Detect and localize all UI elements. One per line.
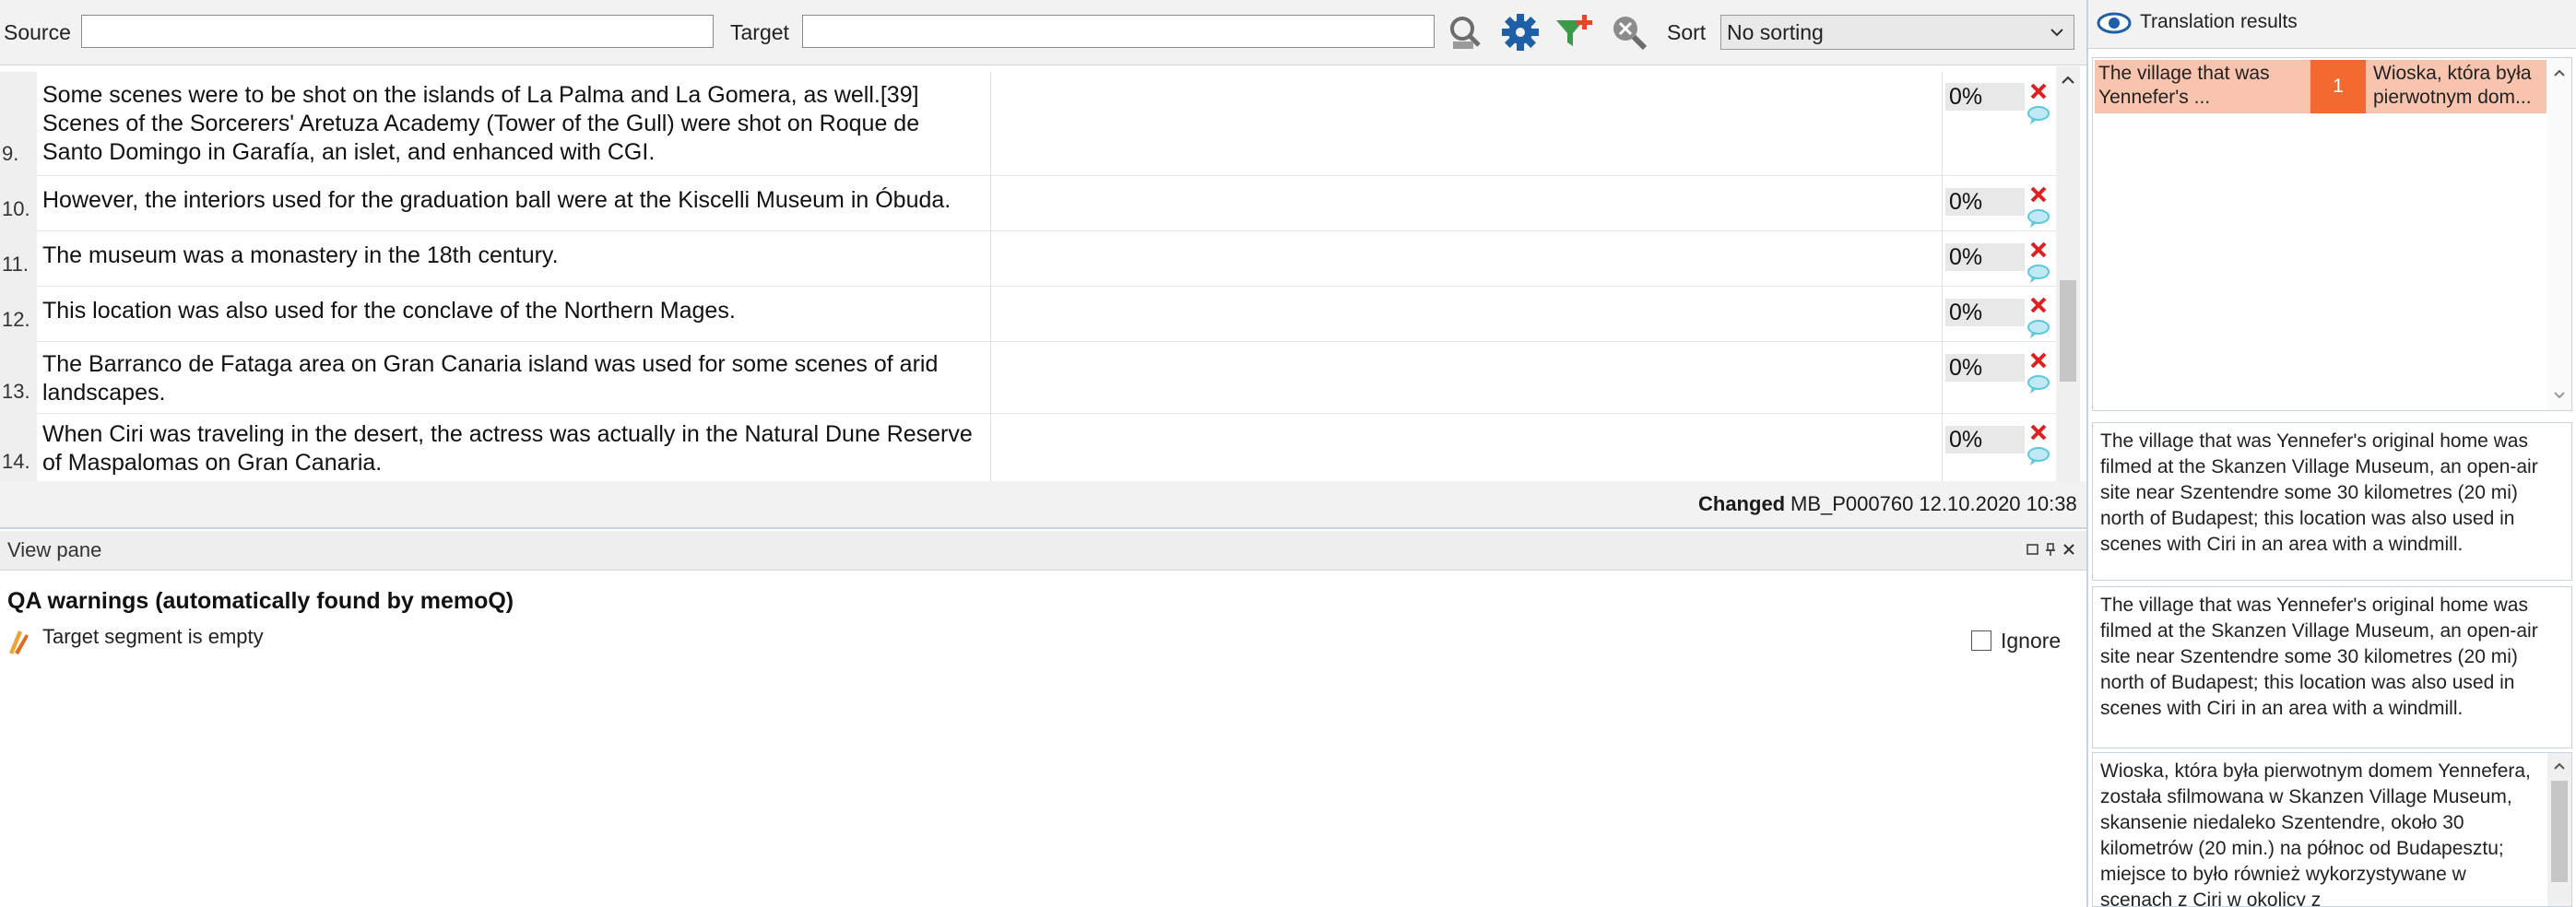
comment-icon[interactable] bbox=[2027, 264, 2050, 284]
match-target-text: Wioska, która była pierwotnym domem Yenn… bbox=[2100, 760, 2531, 907]
table-row[interactable]: 14. When Ciri was traveling in the deser… bbox=[0, 413, 2056, 481]
status-bar: Changed MB_P000760 12.10.2020 10:38 bbox=[0, 481, 2086, 529]
comment-icon[interactable] bbox=[2027, 319, 2050, 339]
scrollbar-thumb[interactable] bbox=[2551, 781, 2568, 882]
view-pane-header: View pane bbox=[0, 531, 2086, 571]
qa-warnings-title: QA warnings (automatically found by memo… bbox=[7, 588, 514, 614]
source-cell[interactable]: Some scenes were to be shot on the islan… bbox=[42, 81, 983, 167]
source-cell[interactable]: This location was also used for the conc… bbox=[42, 297, 983, 325]
match-percent: 0% bbox=[1945, 83, 2025, 111]
translation-hit-row[interactable]: The village that was Yennefer's ... 1 Wi… bbox=[2095, 60, 2546, 113]
settings-gear-icon[interactable] bbox=[1499, 11, 1542, 53]
results-scrollbar[interactable] bbox=[2547, 58, 2571, 410]
chevron-down-icon[interactable] bbox=[2552, 388, 2567, 403]
source-label: Source bbox=[4, 20, 71, 44]
source-segment-detail: The village that was Yennefer's original… bbox=[2092, 422, 2572, 581]
row-number: 10. bbox=[0, 175, 37, 230]
hit-target-text: Wioska, która była pierwotnym dom... bbox=[2373, 63, 2532, 108]
delete-icon[interactable] bbox=[2028, 240, 2049, 260]
source-cell[interactable]: When Ciri was traveling in the desert, t… bbox=[42, 420, 983, 477]
detail-scrollbar[interactable] bbox=[2547, 753, 2571, 906]
translation-grid: 9. Some scenes were to be shot on the is… bbox=[0, 66, 2056, 481]
view-pane-title: View pane bbox=[7, 538, 102, 561]
hit-number: 1 bbox=[2310, 60, 2366, 113]
comment-icon[interactable] bbox=[2027, 105, 2050, 125]
comment-icon[interactable] bbox=[2027, 374, 2050, 395]
translation-results-header: Translation results bbox=[2088, 0, 2576, 49]
source-cell[interactable]: However, the interiors used for the grad… bbox=[42, 186, 983, 215]
row-number: 9. bbox=[0, 72, 37, 175]
hit-source-text: The village that was Yennefer's ... bbox=[2098, 63, 2270, 108]
row-number: 14. bbox=[0, 413, 37, 481]
filter-toolbar: Source Target Sort No sorting bbox=[0, 0, 2086, 65]
comment-icon[interactable] bbox=[2027, 446, 2050, 466]
table-row[interactable]: 11. The museum was a monastery in the 18… bbox=[0, 230, 2056, 287]
comment-icon[interactable] bbox=[2027, 208, 2050, 229]
row-number: 11. bbox=[0, 230, 37, 286]
match-percent: 0% bbox=[1945, 243, 2025, 271]
translation-results-panel: Translation results The village that was… bbox=[2086, 0, 2576, 907]
maximize-icon[interactable] bbox=[2026, 542, 2040, 557]
status-meta: MB_P000760 12.10.2020 10:38 bbox=[1790, 492, 2077, 515]
close-icon[interactable] bbox=[2062, 542, 2076, 557]
chevron-up-icon[interactable] bbox=[2552, 65, 2567, 80]
status-changed: Changed bbox=[1698, 492, 1786, 515]
table-row[interactable]: 10. However, the interiors used for the … bbox=[0, 175, 2056, 231]
table-row[interactable]: 12. This location was also used for the … bbox=[0, 286, 2056, 342]
zoom-clear-icon[interactable] bbox=[1608, 11, 1650, 53]
match-percent: 0% bbox=[1945, 426, 2025, 454]
chevron-up-icon[interactable] bbox=[2552, 759, 2567, 773]
sort-label: Sort bbox=[1667, 20, 1707, 44]
source-filter-input[interactable] bbox=[81, 15, 714, 48]
pin-icon[interactable] bbox=[2043, 542, 2058, 557]
warning-icon bbox=[9, 630, 29, 654]
grid-scrollbar[interactable] bbox=[2056, 66, 2080, 481]
translation-results-list: The village that was Yennefer's ... 1 Wi… bbox=[2092, 57, 2572, 411]
row-number: 12. bbox=[0, 286, 37, 341]
match-source-detail: The village that was Yennefer's original… bbox=[2092, 586, 2572, 748]
table-row[interactable]: 13. The Barranco de Fataga area on Gran … bbox=[0, 341, 2056, 414]
match-target-detail: Wioska, która była pierwotnym domem Yenn… bbox=[2092, 752, 2572, 907]
match-percent: 0% bbox=[1945, 188, 2025, 216]
delete-icon[interactable] bbox=[2028, 81, 2049, 101]
scrollbar-thumb[interactable] bbox=[2060, 280, 2076, 382]
filter-clear-icon[interactable] bbox=[1444, 11, 1486, 53]
add-filter-icon[interactable] bbox=[1553, 11, 1595, 53]
match-percent: 0% bbox=[1945, 354, 2025, 382]
chevron-down-icon bbox=[2050, 29, 2063, 37]
match-percent: 0% bbox=[1945, 299, 2025, 326]
delete-icon[interactable] bbox=[2028, 422, 2049, 442]
delete-icon[interactable] bbox=[2028, 295, 2049, 315]
delete-icon[interactable] bbox=[2028, 184, 2049, 205]
translation-results-title: Translation results bbox=[2140, 11, 2298, 32]
source-cell[interactable]: The museum was a monastery in the 18th c… bbox=[42, 241, 983, 270]
ignore-label: Ignore bbox=[2001, 629, 2062, 653]
ignore-checkbox[interactable] bbox=[1971, 630, 1991, 651]
sort-value: No sorting bbox=[1727, 20, 1824, 44]
delete-icon[interactable] bbox=[2028, 350, 2049, 371]
target-label: Target bbox=[730, 20, 789, 44]
target-filter-input[interactable] bbox=[802, 15, 1435, 48]
eye-icon[interactable] bbox=[2096, 9, 2133, 37]
chevron-up-icon[interactable] bbox=[2060, 72, 2076, 88]
source-cell[interactable]: The Barranco de Fataga area on Gran Cana… bbox=[42, 350, 983, 407]
sort-dropdown[interactable]: No sorting bbox=[1720, 15, 2074, 50]
row-number: 13. bbox=[0, 341, 37, 413]
table-row[interactable]: 9. Some scenes were to be shot on the is… bbox=[0, 72, 2056, 176]
qa-warning-message: Target segment is empty bbox=[42, 625, 264, 648]
editor-area: Source Target Sort No sorting 9. Some sc… bbox=[0, 0, 2086, 907]
